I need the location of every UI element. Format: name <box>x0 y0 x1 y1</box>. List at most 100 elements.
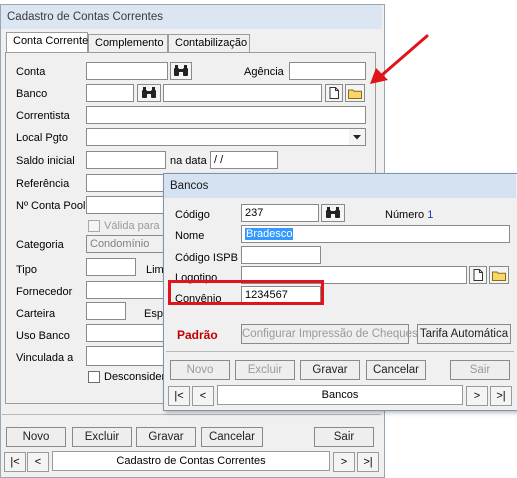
folder-icon <box>492 271 506 281</box>
dialog-separator <box>166 351 514 352</box>
conta-label: Conta <box>16 66 46 78</box>
conta-input[interactable] <box>86 62 168 80</box>
tab-conta-corrente[interactable]: Conta Corrente <box>6 32 88 52</box>
valida-para-label: Válida para <box>104 220 160 232</box>
banco-code-input[interactable] <box>86 84 134 102</box>
nav-label: >| <box>496 390 506 402</box>
correntista-input[interactable] <box>86 106 366 124</box>
dialog-novo-button[interactable]: Novo <box>170 360 230 380</box>
binoculars-icon <box>174 65 188 76</box>
numero-value: 1 <box>427 209 434 221</box>
agencia-label: Agência <box>244 66 284 78</box>
banco-name-input[interactable] <box>163 84 322 102</box>
document-icon <box>473 269 483 281</box>
lim-label: Lim <box>146 264 164 276</box>
button-label: Novo <box>22 431 50 443</box>
button-label: Excluir <box>84 431 120 443</box>
nav-caption-text: Bancos <box>321 389 359 401</box>
main-separator <box>2 414 381 415</box>
saldo-inicial-label: Saldo inicial <box>16 155 75 167</box>
nav-label: |< <box>174 390 184 402</box>
saldo-inicial-input[interactable] <box>86 151 166 169</box>
dialog-excluir-button[interactable]: Excluir <box>235 360 295 380</box>
fornecedor-label: Fornecedor <box>16 286 73 298</box>
tab-label: Conta Corrente <box>13 35 89 47</box>
carteira-input[interactable] <box>86 302 126 320</box>
padrao-label: Padrão <box>177 328 218 342</box>
nav-last-button[interactable]: >| <box>357 452 379 472</box>
dialog-gravar-button[interactable]: Gravar <box>300 360 360 380</box>
conta-search-button[interactable] <box>170 62 192 80</box>
conta-pool-label: Nº Conta Pool <box>16 200 86 212</box>
tarifa-automatica-button[interactable]: Tarifa Automática <box>417 324 511 344</box>
nav-first-button[interactable]: |< <box>4 452 26 472</box>
button-label: Cancelar <box>372 364 420 376</box>
nav-next-button[interactable]: > <box>333 452 355 472</box>
binoculars-icon <box>142 87 156 98</box>
dialog-sair-button[interactable]: Sair <box>450 360 510 380</box>
categoria-input[interactable]: Condomínio <box>86 235 166 253</box>
codigo-input[interactable]: 237 <box>241 204 319 222</box>
configurar-cheques-button[interactable]: Configurar Impressão de Cheques <box>241 324 418 344</box>
uso-banco-label: Uso Banco <box>16 330 70 342</box>
valida-para-checkbox[interactable] <box>88 220 100 232</box>
codigo-search-button[interactable] <box>321 204 345 222</box>
dialog-cancelar-button[interactable]: Cancelar <box>366 360 426 380</box>
logotipo-open-folder-button[interactable] <box>489 266 509 284</box>
carteira-label: Carteira <box>16 308 56 320</box>
nome-input[interactable]: Bradesco <box>241 225 510 243</box>
chevron-down-icon[interactable] <box>349 129 365 145</box>
logotipo-new-document-button[interactable] <box>469 266 487 284</box>
button-label: Gravar <box>148 431 184 443</box>
binoculars-icon <box>326 207 340 218</box>
button-label: Cancelar <box>208 431 256 443</box>
nav-caption: Cadastro de Contas Correntes <box>52 451 330 471</box>
saldo-date-input[interactable]: / / <box>210 151 278 169</box>
nome-selected-text: Bradesco <box>245 228 294 240</box>
gravar-button[interactable]: Gravar <box>136 427 196 447</box>
conta-pool-input[interactable] <box>86 196 166 214</box>
annotation-arrow-icon <box>370 34 429 84</box>
dialog-nav-prev-button[interactable]: < <box>192 386 214 406</box>
categoria-label: Categoria <box>16 239 64 251</box>
codigo-ispb-label: Código ISPB <box>175 252 238 264</box>
excluir-button[interactable]: Excluir <box>72 427 132 447</box>
main-window-title: Cadastro de Contas Correntes <box>7 11 163 23</box>
referencia-input[interactable] <box>86 174 166 192</box>
button-label: Sair <box>333 431 355 443</box>
nav-label: >| <box>363 456 373 468</box>
agencia-input[interactable] <box>289 62 366 80</box>
convenio-highlight-box <box>168 280 324 305</box>
nav-prev-button[interactable]: < <box>27 452 49 472</box>
novo-button[interactable]: Novo <box>6 427 66 447</box>
banco-new-document-button[interactable] <box>325 84 343 102</box>
numero-label: Número 1 <box>385 208 433 222</box>
desconsiderar-checkbox[interactable] <box>88 371 100 383</box>
cancelar-button[interactable]: Cancelar <box>201 427 263 447</box>
nav-label: < <box>199 390 207 402</box>
button-label: Excluir <box>247 364 283 376</box>
banco-label: Banco <box>16 88 48 100</box>
codigo-ispb-input[interactable] <box>241 246 321 264</box>
correntista-label: Correntista <box>16 110 70 122</box>
nav-label: |< <box>10 456 20 468</box>
bancos-dialog-title: Bancos <box>170 180 209 192</box>
banco-search-button[interactable] <box>137 84 161 102</box>
nav-label: > <box>473 390 481 402</box>
button-label: Sair <box>469 364 491 376</box>
dialog-nav-first-button[interactable]: |< <box>168 386 190 406</box>
nome-label: Nome <box>175 230 205 242</box>
referencia-label: Referência <box>16 178 70 190</box>
uso-banco-input[interactable] <box>86 324 166 342</box>
vinculada-input[interactable] <box>86 346 166 366</box>
esp-label: Esp <box>144 308 163 320</box>
fornecedor-input[interactable] <box>86 281 166 299</box>
button-label: Configurar Impressão de Cheques <box>242 328 418 340</box>
tab-complemento[interactable]: Complemento <box>88 34 168 52</box>
local-pgto-select[interactable] <box>86 128 366 146</box>
tab-contabilizacao[interactable]: Contabilização <box>168 34 250 52</box>
tipo-input[interactable] <box>86 258 136 276</box>
dialog-nav-next-button[interactable]: > <box>466 386 488 406</box>
dialog-nav-last-button[interactable]: >| <box>490 386 512 406</box>
sair-button[interactable]: Sair <box>314 427 374 447</box>
